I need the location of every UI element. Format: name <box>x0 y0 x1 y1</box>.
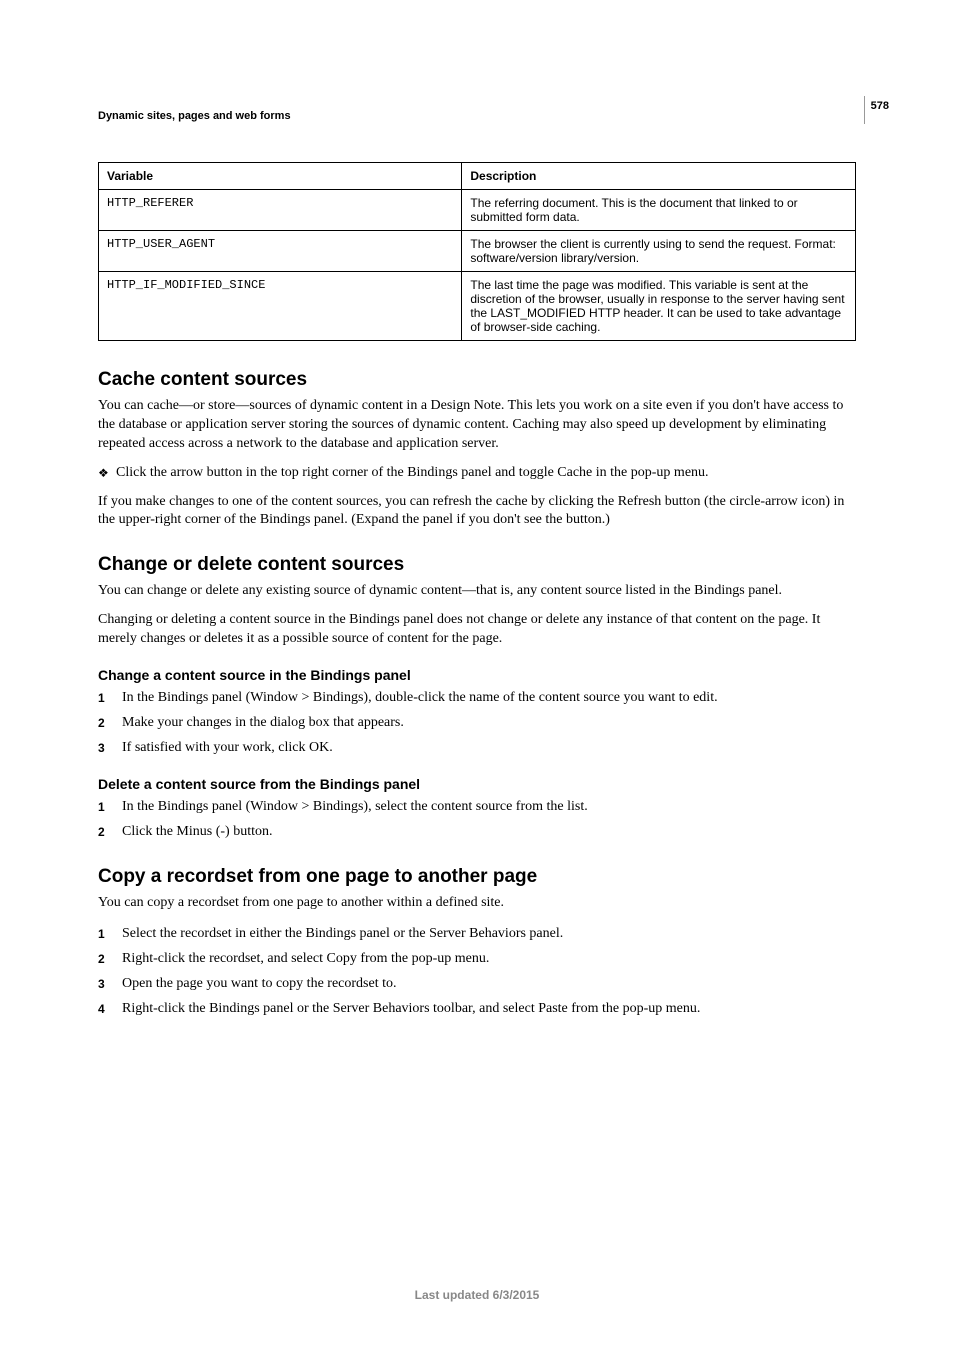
description-cell: The browser the client is currently usin… <box>462 231 856 272</box>
paragraph: Changing or deleting a content source in… <box>98 611 856 649</box>
heading-change-delete-content-sources: Change or delete content sources <box>98 554 856 576</box>
diamond-bullet-icon: ❖ <box>98 464 116 482</box>
heading-copy-recordset: Copy a recordset from one page to anothe… <box>98 866 856 888</box>
description-cell: The referring document. This is the docu… <box>462 190 856 231</box>
footer-last-updated: Last updated 6/3/2015 <box>0 1288 954 1302</box>
variable-cell: HTTP_IF_MODIFIED_SINCE <box>99 272 462 341</box>
paragraph: You can change or delete any existing so… <box>98 582 856 601</box>
table-row: HTTP_IF_MODIFIED_SINCE The last time the… <box>99 272 856 341</box>
step-item: If satisfied with your work, click OK. <box>116 737 856 758</box>
subheading-delete-content-source: Delete a content source from the Binding… <box>98 776 856 792</box>
step-item: Open the page you want to copy the recor… <box>116 973 856 994</box>
step-item: Click the Minus (-) button. <box>116 821 856 842</box>
step-item: Select the recordset in either the Bindi… <box>116 923 856 944</box>
page-number-frame: 578 <box>864 96 889 124</box>
step-item: In the Bindings panel (Window > Bindings… <box>116 796 856 817</box>
steps-list: Select the recordset in either the Bindi… <box>98 923 856 1019</box>
variable-cell: HTTP_REFERER <box>99 190 462 231</box>
paragraph: If you make changes to one of the conten… <box>98 493 856 531</box>
variable-cell: HTTP_USER_AGENT <box>99 231 462 272</box>
table-row: HTTP_USER_AGENT The browser the client i… <box>99 231 856 272</box>
running-header: Dynamic sites, pages and web forms <box>98 110 856 122</box>
description-cell: The last time the page was modified. Thi… <box>462 272 856 341</box>
table-header-description: Description <box>462 163 856 190</box>
step-item: Right-click the recordset, and select Co… <box>116 948 856 969</box>
page-number: 578 <box>871 100 889 112</box>
steps-list: In the Bindings panel (Window > Bindings… <box>98 687 856 758</box>
variables-table: Variable Description HTTP_REFERER The re… <box>98 162 856 341</box>
step-item: Make your changes in the dialog box that… <box>116 712 856 733</box>
heading-cache-content-sources: Cache content sources <box>98 369 856 391</box>
subheading-change-content-source: Change a content source in the Bindings … <box>98 667 856 683</box>
paragraph: You can copy a recordset from one page t… <box>98 894 856 913</box>
bullet-item: ❖ Click the arrow button in the top righ… <box>98 464 856 483</box>
paragraph: You can cache—or store—sources of dynami… <box>98 397 856 454</box>
table-row: HTTP_REFERER The referring document. Thi… <box>99 190 856 231</box>
bullet-text: Click the arrow button in the top right … <box>116 464 709 483</box>
step-item: Right-click the Bindings panel or the Se… <box>116 998 856 1019</box>
table-header-row: Variable Description <box>99 163 856 190</box>
page-container: 578 Dynamic sites, pages and web forms V… <box>0 0 954 1350</box>
step-item: In the Bindings panel (Window > Bindings… <box>116 687 856 708</box>
steps-list: In the Bindings panel (Window > Bindings… <box>98 796 856 842</box>
table-header-variable: Variable <box>99 163 462 190</box>
